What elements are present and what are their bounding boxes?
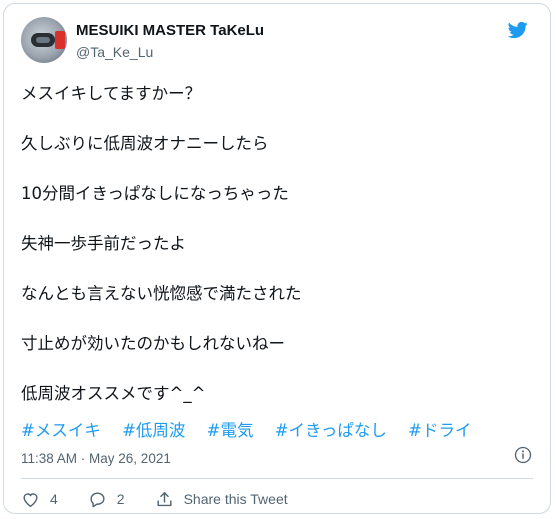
tweet-card: MESUIKI MASTER TaKeLu @Ta_Ke_Lu メスイキしてます… xyxy=(3,3,551,514)
info-icon[interactable] xyxy=(514,446,532,464)
tweet-text: メスイキしてますかー？ 久しぶりに低周波オナニーしたら 10分間イきっぱなしにな… xyxy=(21,82,531,432)
tweet-timestamp[interactable]: 11:38 AM · May 26, 2021 xyxy=(21,451,171,466)
reply-count: 2 xyxy=(116,491,125,507)
like-button[interactable]: 4 xyxy=(21,490,58,509)
display-name[interactable]: MESUIKI MASTER TaKeLu xyxy=(76,22,264,39)
tweet-line: 寸止めが効いたのかもしれないねー xyxy=(21,334,285,353)
tweet-line: 低周波オススメです^_^ xyxy=(21,384,206,403)
avatar-tag-image xyxy=(55,31,65,49)
heart-icon xyxy=(23,492,38,507)
hashtag-link[interactable]: #低周波 xyxy=(122,421,185,440)
reply-button[interactable]: 2 xyxy=(88,490,125,509)
hashtag-list: #メスイキ #低周波 #電気 #イきっぱなし #ドライ xyxy=(21,417,487,441)
hashtag-link[interactable]: #イきっぱなし xyxy=(275,421,387,440)
avatar[interactable] xyxy=(21,17,67,63)
tweet-line: メスイキしてますかー？ xyxy=(21,84,202,103)
reply-icon xyxy=(90,491,105,507)
tweet-line: 失神一歩手前だったよ xyxy=(21,234,186,253)
share-label: Share this Tweet xyxy=(183,491,288,507)
tweet-line: 久しぶりに低周波オナニーしたら xyxy=(21,134,269,153)
divider xyxy=(21,478,533,479)
like-count: 4 xyxy=(50,491,58,507)
hashtag-link[interactable]: #電気 xyxy=(207,421,254,440)
share-button[interactable]: Share this Tweet xyxy=(155,490,288,509)
user-handle[interactable]: @Ta_Ke_Lu xyxy=(76,44,153,60)
tweet-line: なんとも言えない恍惚感で満たされた xyxy=(21,284,302,303)
tweet-line: 10分間イきっぱなしになっちゃった xyxy=(21,184,289,203)
avatar-device-image xyxy=(31,33,55,47)
share-icon xyxy=(157,491,172,506)
hashtag-link[interactable]: #ドライ xyxy=(408,421,471,440)
twitter-bird-icon[interactable] xyxy=(506,20,530,40)
action-bar: 4 2 Share this Tweet xyxy=(21,486,318,512)
hashtag-link[interactable]: #メスイキ xyxy=(21,421,101,440)
